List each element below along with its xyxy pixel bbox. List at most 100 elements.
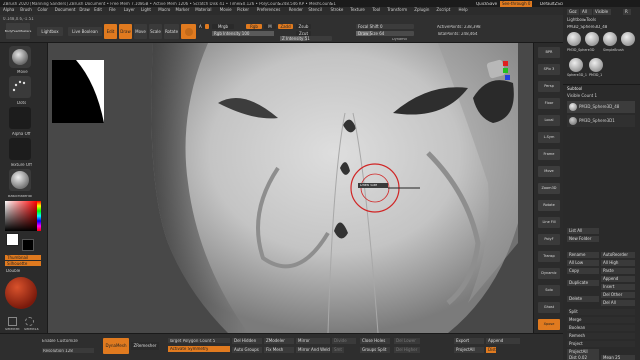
- dynamesh-button[interactable]: DynaMesh: [103, 338, 129, 354]
- select-rect-icon[interactable]: [8, 317, 17, 326]
- list-all-button[interactable]: List All: [567, 228, 599, 234]
- menu-picker[interactable]: Picker: [237, 8, 249, 12]
- hue-slider[interactable]: [37, 201, 41, 231]
- menu-brush[interactable]: Brush: [20, 8, 32, 12]
- menu-marker[interactable]: Marker: [176, 8, 190, 12]
- split-section[interactable]: Split: [567, 309, 635, 315]
- del-hidden-button[interactable]: Del Hidden: [232, 338, 262, 344]
- shelf-xpose-button[interactable]: Xpose: [538, 319, 560, 330]
- resolution-slider[interactable]: Resolution 128: [42, 348, 94, 353]
- shelf-spix-3-button[interactable]: SPix 3: [538, 64, 560, 75]
- visible-button[interactable]: Visible: [593, 9, 611, 15]
- del-higher-button[interactable]: Del Higher: [394, 347, 420, 353]
- mirror-button[interactable]: Mirror: [296, 338, 330, 344]
- rename-button[interactable]: Rename: [567, 252, 599, 258]
- zremesher-button[interactable]: ZRemesher: [131, 342, 159, 350]
- menu-edit[interactable]: Edit: [94, 8, 102, 12]
- focal-shift-slider[interactable]: Focal Shift 0: [356, 24, 414, 29]
- material-swatch[interactable]: [181, 24, 196, 39]
- move-mode-button[interactable]: Move: [134, 24, 147, 39]
- shelf-local-button[interactable]: Local: [538, 115, 560, 126]
- rgb-button[interactable]: Rgb: [246, 24, 262, 29]
- subtool-item-active[interactable]: PM3D_Sphere3D_48: [567, 101, 635, 113]
- subtool-item[interactable]: PM3D_Sphere3D1: [567, 115, 635, 127]
- append-button[interactable]: Append: [601, 276, 635, 282]
- secondary-color-swatch[interactable]: [22, 239, 34, 251]
- all-button[interactable]: All: [580, 9, 592, 15]
- material-thumbnail[interactable]: [9, 169, 31, 191]
- menu-texture[interactable]: Texture: [350, 8, 365, 12]
- brush-thumbnail[interactable]: [9, 46, 31, 68]
- groups-split-button[interactable]: Groups Split: [360, 347, 390, 353]
- shelf-transp-button[interactable]: Transp: [538, 251, 560, 262]
- tool-thumb-2[interactable]: [585, 32, 599, 46]
- live-boolean-button[interactable]: Live Boolean: [68, 27, 102, 36]
- menu-color[interactable]: Color: [38, 8, 48, 12]
- tool-thumb-1[interactable]: [567, 32, 581, 46]
- shelf-move-button[interactable]: Move: [538, 166, 560, 177]
- bottom-append-button[interactable]: Append: [486, 338, 520, 344]
- menu-file[interactable]: File: [109, 8, 116, 12]
- shelf-polyf-button[interactable]: PolyF: [538, 234, 560, 245]
- menu-help[interactable]: Help: [459, 8, 468, 12]
- tool-thumb-4[interactable]: [621, 32, 635, 46]
- menu-zscript[interactable]: Zscript: [436, 8, 450, 12]
- duplicate-button[interactable]: Duplicate: [567, 280, 599, 286]
- new-folder-button[interactable]: New Folder: [567, 236, 599, 242]
- menu-preferences[interactable]: Preferences: [257, 8, 281, 12]
- enable-customize[interactable]: Enable Customize: [42, 339, 78, 343]
- menu-macro[interactable]: Macro: [158, 8, 170, 12]
- dynamic-toggle[interactable]: Dynamic: [392, 38, 407, 42]
- silhouette-button[interactable]: Silhouette: [5, 261, 41, 266]
- menu-stroke[interactable]: Stroke: [331, 8, 344, 12]
- gizmo-orientation[interactable]: [486, 59, 510, 83]
- delete-button[interactable]: Delete: [567, 296, 599, 302]
- auto-groups-button[interactable]: Auto Groups: [232, 347, 262, 353]
- divide-button[interactable]: Divide: [332, 338, 356, 344]
- thumbnail-button[interactable]: Thumbnail: [5, 255, 41, 260]
- matcap-sphere[interactable]: [5, 277, 37, 309]
- rgb-intensity-slider[interactable]: Rgb Intensity 100: [212, 31, 274, 36]
- tool-thumb-3[interactable]: [603, 32, 617, 46]
- seethrough-slider[interactable]: See-through 0: [500, 0, 533, 7]
- quicksave-button[interactable]: QuickSave: [476, 2, 497, 6]
- shelf-frame-button[interactable]: Frame: [538, 149, 560, 160]
- target-poly-slider[interactable]: Target Polygon Count 5: [168, 338, 230, 343]
- bottom-projectall-button[interactable]: ProjectAll: [454, 347, 484, 353]
- project-section[interactable]: Project: [567, 341, 635, 347]
- menu-light[interactable]: Light: [141, 8, 151, 12]
- merge-section[interactable]: Merge: [567, 317, 635, 323]
- insert-button[interactable]: Insert: [601, 284, 635, 290]
- menu-material[interactable]: Material: [195, 8, 211, 12]
- all-low-button[interactable]: All Low: [567, 260, 599, 266]
- del-lower-button[interactable]: Del Lower: [394, 338, 420, 344]
- alpha-thumbnail[interactable]: [9, 107, 31, 129]
- del-other-button[interactable]: Del Other: [601, 292, 635, 298]
- menu-document[interactable]: Document: [55, 8, 76, 12]
- z-intensity-slider[interactable]: Z Intensity 51: [280, 36, 332, 41]
- stroke-thumbnail[interactable]: [9, 76, 31, 98]
- shelf-line-fill-button[interactable]: Line Fill: [538, 217, 560, 228]
- m-button[interactable]: M: [264, 24, 276, 29]
- boolean-section[interactable]: Boolean: [567, 325, 635, 331]
- shelf-l-sym-button[interactable]: L.Sym: [538, 132, 560, 143]
- draw-mode-button[interactable]: Draw: [119, 24, 132, 39]
- color-picker[interactable]: [5, 201, 37, 231]
- menu-tool[interactable]: Tool: [372, 8, 380, 12]
- smt-button[interactable]: Smt: [332, 347, 344, 353]
- menu-layer[interactable]: Layer: [124, 8, 135, 12]
- lightbox-tools[interactable]: Lightbox▸Tools: [567, 18, 596, 22]
- menu-draw[interactable]: Draw: [79, 8, 89, 12]
- fix-mesh-button[interactable]: Fix Mesh: [264, 347, 294, 353]
- menu-stencil[interactable]: Stencil: [308, 8, 322, 12]
- shelf-bpr-button[interactable]: BPR: [538, 47, 560, 58]
- lightbox-button[interactable]: Lightbox: [37, 27, 63, 36]
- shelf-persp-button[interactable]: Persp: [538, 81, 560, 92]
- draw-size-slider[interactable]: Draw Size 64: [356, 31, 414, 36]
- dist-toggle[interactable]: Dist: [486, 347, 496, 353]
- goz-button[interactable]: Goz: [567, 9, 579, 15]
- main-color-swatch[interactable]: [6, 233, 19, 246]
- zsub-button[interactable]: Zsub: [296, 24, 311, 29]
- bodyfeed-button[interactable]: BodyFeedMasters: [5, 23, 31, 39]
- edit-mode-button[interactable]: Edit: [104, 24, 117, 39]
